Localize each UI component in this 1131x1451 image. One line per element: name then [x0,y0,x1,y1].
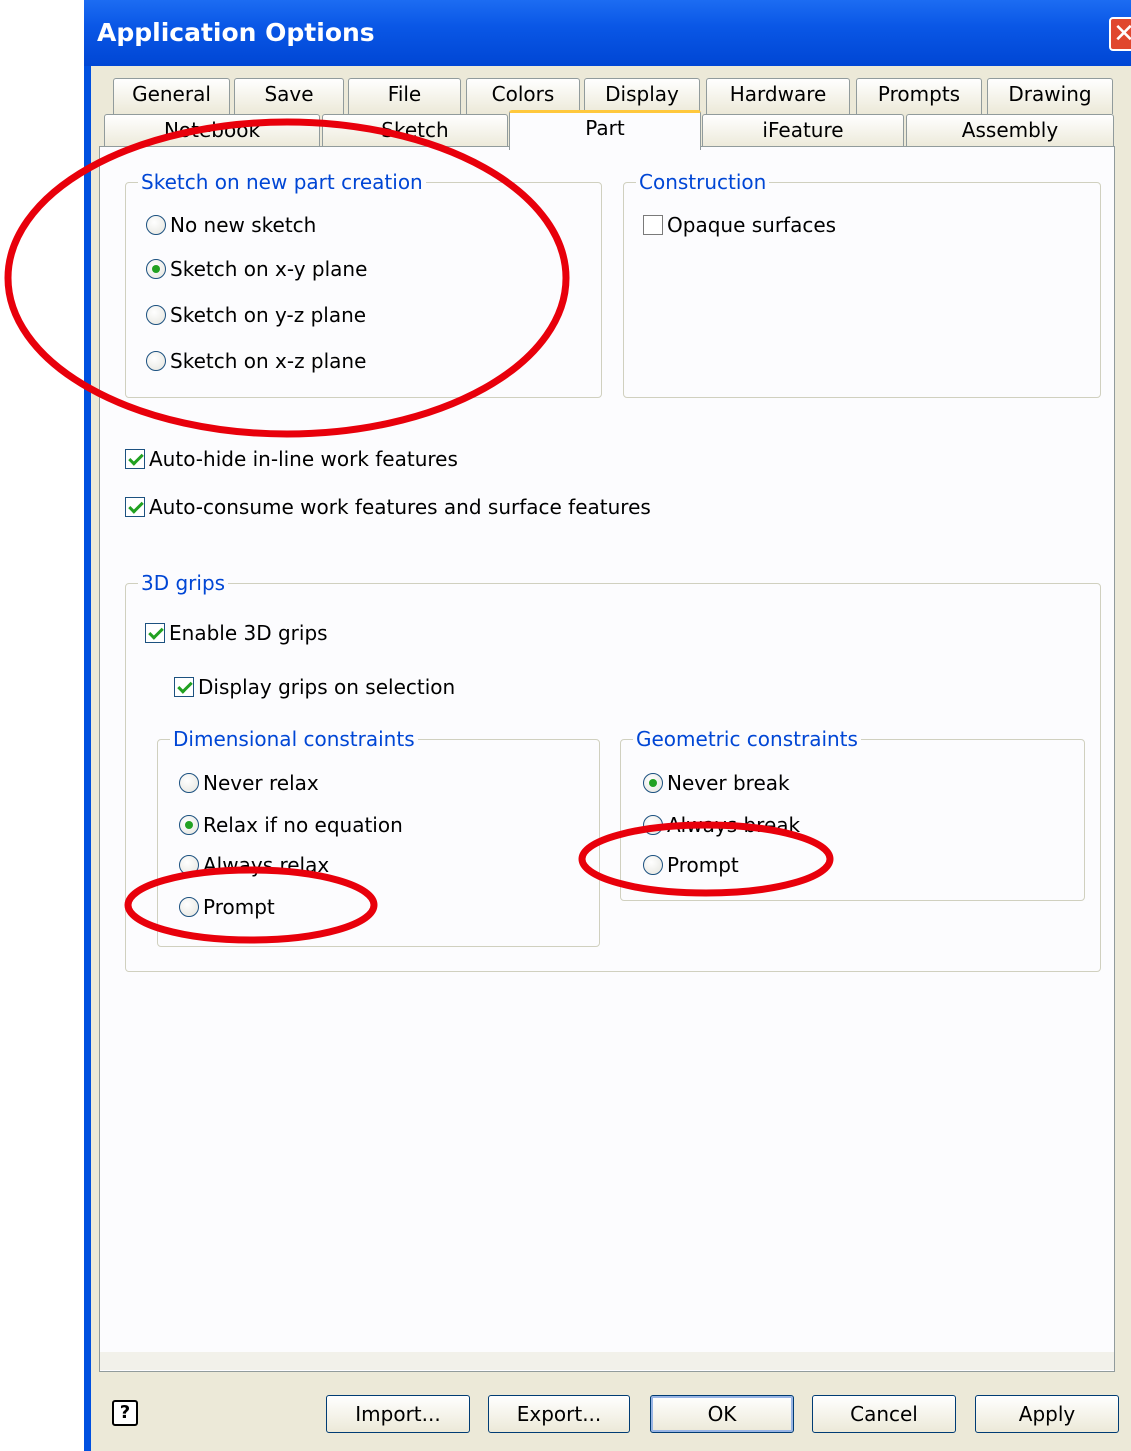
dimensional-legend: Dimensional constraints [170,727,418,751]
tab-file[interactable]: File [348,78,461,114]
tab-colors[interactable]: Colors [466,78,580,114]
tab-save[interactable]: Save [234,78,344,114]
apply-button[interactable]: Apply [975,1395,1119,1433]
radio-circle[interactable] [179,855,199,875]
radio-always-relax[interactable]: Always relax [179,853,329,877]
radio-label: Relax if no equation [203,813,403,837]
tab-drawing[interactable]: Drawing [987,78,1113,114]
radio-always-break[interactable]: Always break [643,813,800,837]
checkbox-label: Opaque surfaces [667,213,837,237]
tab-assembly[interactable]: Assembly [906,114,1114,148]
radio-never-relax[interactable]: Never relax [179,771,319,795]
checkbox-label: Enable 3D grips [169,621,328,645]
radio-label: Prompt [203,895,275,919]
radio-label: Never break [667,771,790,795]
radio-label: Always break [667,813,801,837]
radio-circle[interactable] [179,897,199,917]
checkbox-box-checked[interactable] [125,497,145,517]
checkbox-display-grips[interactable]: Display grips on selection [174,675,455,699]
radio-sketch-yz[interactable]: Sketch on y-z plane [146,303,366,327]
checkbox-label: Auto-consume work features and surface f… [149,495,651,519]
export-button[interactable]: Export... [488,1395,630,1433]
radio-circle-selected[interactable] [643,773,663,793]
radio-no-new-sketch[interactable]: No new sketch [146,213,316,237]
construction-legend: Construction [636,170,770,194]
3d-grips-legend: 3D grips [138,571,229,595]
checkbox-box-checked[interactable] [125,449,145,469]
radio-circle[interactable] [146,351,166,371]
title-bar[interactable]: Application Options ✕ [84,0,1131,66]
checkbox-label: Auto-hide in-line work features [149,447,458,471]
radio-never-break[interactable]: Never break [643,771,790,795]
tab-prompts[interactable]: Prompts [856,78,982,114]
radio-label: Sketch on y-z plane [170,303,367,327]
ok-button[interactable]: OK [650,1395,794,1433]
checkbox-box-checked[interactable] [145,623,165,643]
tab-hardware[interactable]: Hardware [706,78,850,114]
checkbox-enable-3d-grips[interactable]: Enable 3D grips [145,621,328,645]
radio-label: Sketch on x-z plane [170,349,367,373]
radio-label: Prompt [667,853,739,877]
checkbox-opaque-surfaces[interactable]: Opaque surfaces [643,213,836,237]
radio-label: Always relax [203,853,330,877]
radio-circle[interactable] [643,855,663,875]
radio-label: Sketch on x-y plane [170,257,368,281]
radio-circle[interactable] [179,773,199,793]
radio-circle[interactable] [146,215,166,235]
panel-bottom-strip [100,1352,1114,1370]
radio-circle-selected[interactable] [146,259,166,279]
checkbox-box[interactable] [643,215,663,235]
geometric-legend: Geometric constraints [633,727,861,751]
radio-dimensional-prompt[interactable]: Prompt [179,895,275,919]
radio-sketch-xz[interactable]: Sketch on x-z plane [146,349,366,373]
help-icon[interactable]: ? [112,1400,138,1426]
tab-notebook[interactable]: Notebook [104,114,320,148]
tab-ifeature[interactable]: iFeature [702,114,904,148]
tab-general[interactable]: General [113,78,230,114]
close-icon[interactable]: ✕ [1109,17,1131,51]
radio-geometric-prompt[interactable]: Prompt [643,853,739,877]
radio-sketch-xy[interactable]: Sketch on x-y plane [146,257,367,281]
checkbox-auto-hide[interactable]: Auto-hide in-line work features [125,447,458,471]
import-button[interactable]: Import... [326,1395,470,1433]
radio-label: No new sketch [170,213,317,237]
checkbox-box-checked[interactable] [174,677,194,697]
tab-sketch[interactable]: Sketch [322,114,508,148]
radio-circle-selected[interactable] [179,815,199,835]
radio-relax-if-no-equation[interactable]: Relax if no equation [179,813,403,837]
radio-circle[interactable] [146,305,166,325]
radio-label: Never relax [203,771,319,795]
tab-part[interactable]: Part [509,110,701,150]
cancel-button[interactable]: Cancel [812,1395,956,1433]
tab-display[interactable]: Display [584,78,700,114]
window-title: Application Options [97,18,375,47]
sketch-group-legend: Sketch on new part creation [138,170,426,194]
checkbox-label: Display grips on selection [198,675,456,699]
radio-circle[interactable] [643,815,663,835]
checkbox-auto-consume[interactable]: Auto-consume work features and surface f… [125,495,651,519]
